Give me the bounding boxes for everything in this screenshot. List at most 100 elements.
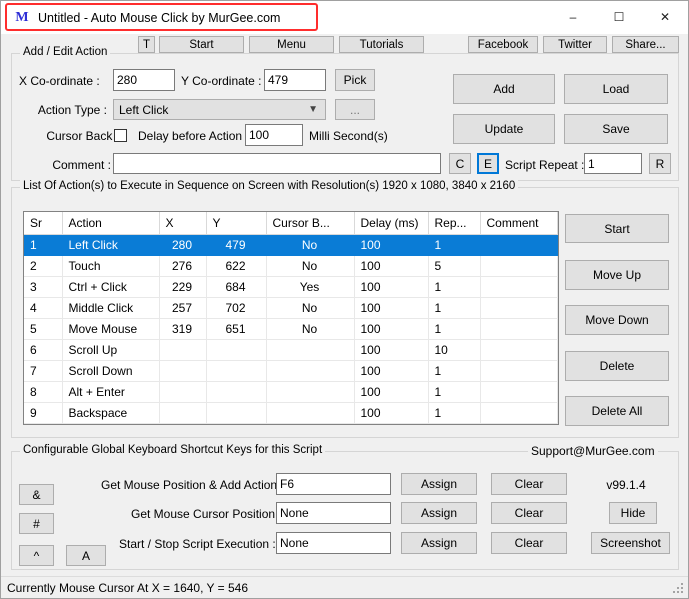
app-logo-icon: M — [15, 9, 29, 25]
col-header-y[interactable]: Y — [206, 212, 267, 235]
delete-button[interactable]: Delete — [565, 351, 669, 381]
col-header-delay[interactable]: Delay (ms) — [354, 212, 429, 235]
cell-y: 651 — [206, 318, 267, 340]
table-row[interactable]: 6 Scroll Up 100 10 — [24, 339, 558, 361]
cell-x: 319 — [159, 318, 207, 340]
script-repeat-input[interactable] — [584, 153, 642, 174]
x-coordinate-input[interactable] — [113, 69, 175, 91]
toolbar-button-tutorials[interactable]: Tutorials — [339, 36, 424, 53]
action-type-select[interactable]: Left Click ▼ — [113, 99, 326, 120]
action-options-button[interactable]: ... — [335, 99, 375, 120]
assign-button-start-stop[interactable]: Assign — [401, 532, 477, 554]
support-email-label: Support@MurGee.com — [528, 444, 658, 458]
table-row[interactable]: 3 Ctrl + Click 229 684 Yes 100 1 — [24, 276, 558, 298]
table-row[interactable]: 8 Alt + Enter 100 1 — [24, 381, 558, 403]
table-row[interactable]: 7 Scroll Down 100 1 — [24, 360, 558, 382]
cell-action: Scroll Down — [62, 360, 160, 382]
add-button[interactable]: Add — [453, 74, 555, 104]
assign-button-get-position-add[interactable]: Assign — [401, 473, 477, 495]
shortcut-input-get-cursor-position[interactable] — [276, 502, 391, 524]
resize-grip-icon[interactable] — [673, 583, 685, 595]
toolbar-button-share[interactable]: Share... — [612, 36, 679, 53]
clear-button-start-stop[interactable]: Clear — [491, 532, 567, 554]
comment-input[interactable] — [113, 153, 441, 174]
pick-button[interactable]: Pick — [335, 69, 375, 91]
cell-repeat: 1 — [428, 297, 481, 319]
load-button[interactable]: Load — [564, 74, 668, 104]
cell-delay: 100 — [354, 234, 429, 256]
actions-table[interactable]: Sr Action X Y Cursor B... Delay (ms) Rep… — [23, 211, 559, 425]
shortcut-input-get-position-add[interactable] — [276, 473, 391, 495]
cell-sr: 7 — [24, 360, 63, 382]
clear-script-button[interactable]: C — [449, 153, 471, 174]
window-title: Untitled - Auto Mouse Click by MurGee.co… — [38, 10, 281, 25]
col-header-action[interactable]: Action — [62, 212, 160, 235]
cursor-back-checkbox[interactable] — [114, 129, 127, 142]
modifier-key-button[interactable]: A — [66, 545, 106, 566]
clear-button-get-position-add[interactable]: Clear — [491, 473, 567, 495]
col-header-repeat[interactable]: Rep... — [428, 212, 481, 235]
cell-comment — [480, 234, 558, 256]
screenshot-button[interactable]: Screenshot — [591, 532, 670, 554]
cell-comment — [480, 276, 558, 298]
cell-comment — [480, 360, 558, 382]
table-row[interactable]: 5 Move Mouse 319 651 No 100 1 — [24, 318, 558, 340]
col-header-cursor-back[interactable]: Cursor B... — [266, 212, 355, 235]
cell-comment — [480, 318, 558, 340]
table-row[interactable]: 1 Left Click 280 479 No 100 1 — [24, 234, 558, 256]
edit-script-button[interactable]: E — [477, 153, 499, 174]
table-row[interactable]: 4 Middle Click 257 702 No 100 1 — [24, 297, 558, 319]
cell-sr: 9 — [24, 402, 63, 424]
shortcut-label-get-cursor-position: Get Mouse Cursor Position : — [131, 507, 282, 521]
cell-comment — [480, 402, 558, 424]
cell-comment — [480, 255, 558, 277]
table-row[interactable]: 9 Backspace 100 1 — [24, 402, 558, 424]
cell-cursor-back: No — [266, 255, 355, 277]
cell-delay: 100 — [354, 402, 429, 424]
move-up-button[interactable]: Move Up — [565, 260, 669, 290]
move-down-button[interactable]: Move Down — [565, 305, 669, 335]
cell-y: 684 — [206, 276, 267, 298]
start-script-button[interactable]: Start — [565, 214, 669, 243]
table-row[interactable] — [24, 423, 558, 424]
delay-input[interactable] — [245, 124, 303, 146]
toolbar-button-menu[interactable]: Menu — [249, 36, 334, 53]
y-coordinate-input[interactable] — [264, 69, 326, 91]
assign-button-get-cursor-position[interactable]: Assign — [401, 502, 477, 524]
script-repeat-label: Script Repeat : — [505, 158, 585, 172]
delete-all-button[interactable]: Delete All — [565, 396, 669, 426]
hide-button[interactable]: Hide — [609, 502, 657, 524]
col-header-comment[interactable]: Comment — [480, 212, 558, 235]
add-edit-action-legend: Add / Edit Action — [20, 46, 111, 58]
toolbar-button-start[interactable]: Start — [159, 36, 244, 53]
cell-x: 276 — [159, 255, 207, 277]
modifier-win-button[interactable]: # — [19, 513, 54, 534]
cell-repeat: 1 — [428, 276, 481, 298]
col-header-x[interactable]: X — [159, 212, 207, 235]
cell-x: 229 — [159, 276, 207, 298]
cell-y — [206, 402, 267, 424]
delay-before-action-label: Delay before Action : — [138, 129, 249, 143]
toolbar-button-twitter[interactable]: Twitter — [543, 36, 607, 53]
minimize-icon[interactable]: – — [550, 1, 596, 33]
toolbar-button-t[interactable]: T — [138, 36, 155, 53]
save-button[interactable]: Save — [564, 114, 668, 144]
table-row[interactable]: 2 Touch 276 622 No 100 5 — [24, 255, 558, 277]
update-button[interactable]: Update — [453, 114, 555, 144]
modifier-alt-button[interactable]: & — [19, 484, 54, 505]
maximize-icon[interactable]: ☐ — [596, 1, 642, 33]
modifier-ctrl-button[interactable]: ^ — [19, 545, 54, 566]
cell-action: Alt + Enter — [62, 381, 160, 403]
close-icon[interactable]: ✕ — [642, 1, 688, 33]
col-header-sr[interactable]: Sr — [24, 212, 63, 235]
cell-sr: 1 — [24, 234, 63, 256]
shortcut-input-start-stop[interactable] — [276, 532, 391, 554]
toolbar-button-facebook[interactable]: Facebook — [468, 36, 538, 53]
clear-button-get-cursor-position[interactable]: Clear — [491, 502, 567, 524]
version-label: v99.1.4 — [606, 478, 646, 492]
cell-delay: 100 — [354, 255, 429, 277]
run-script-button[interactable]: R — [649, 153, 671, 174]
cell-x — [159, 381, 207, 403]
cell-comment — [480, 339, 558, 361]
cell-cursor-back — [266, 339, 355, 361]
